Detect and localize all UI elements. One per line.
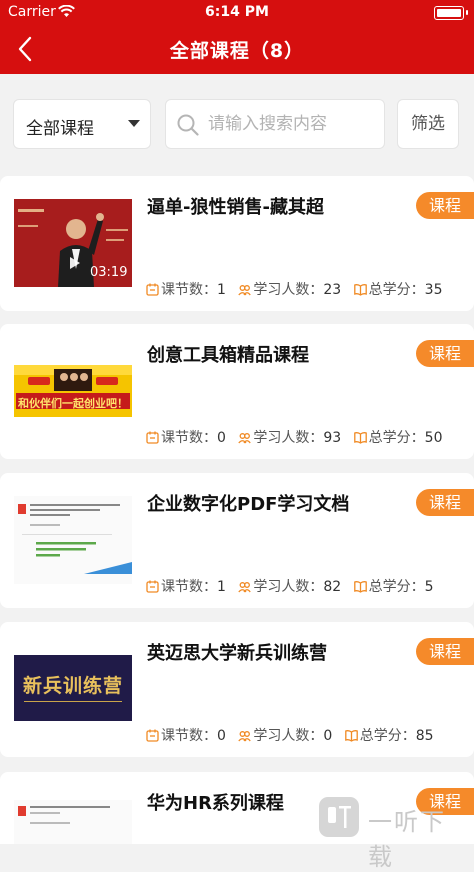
credit-count: 总学分：35	[353, 282, 443, 298]
course-thumbnail: 和伙伴们一起创业吧！	[14, 347, 132, 435]
learner-count-value: 23	[323, 282, 342, 298]
bootcamp-title: 新兵训练营	[22, 675, 123, 697]
lesson-count: 课节数：0	[146, 430, 230, 446]
credit-count-label: 总学分：	[359, 728, 416, 744]
course-stats: 课节数：0 学习人数：93 总学分：50	[146, 427, 450, 447]
calendar-icon	[146, 431, 159, 444]
course-title: 英迈思大学新兵训练营	[147, 643, 327, 664]
lesson-count-value: 1	[217, 282, 226, 298]
lesson-count: 课节数：1	[146, 282, 230, 298]
credit-count-label: 总学分：	[368, 579, 425, 595]
users-icon	[238, 433, 252, 444]
lesson-count-value: 0	[217, 430, 226, 446]
lesson-count-label: 课节数：	[161, 282, 217, 298]
video-duration: 03:19	[90, 265, 128, 280]
course-title: 华为HR系列课程	[147, 793, 284, 814]
pdf-document-preview	[14, 496, 132, 584]
search-box[interactable]	[165, 99, 385, 149]
page-title: 全部课程（8）	[169, 40, 305, 62]
course-stats: 课节数：0 学习人数：0 总学分：85	[146, 725, 442, 745]
learner-count-label: 学习人数：	[253, 282, 324, 298]
navigation-header: Carrier 6:14 PM 全部课程（8）	[0, 0, 474, 74]
course-card[interactable]: 新兵训练营 英迈思大学新兵训练营 课程 课节数：0 学习人数：0 总学分：85	[0, 622, 474, 757]
course-banner-art	[14, 365, 132, 417]
pdf-document-preview	[14, 800, 132, 844]
battery-icon	[434, 6, 464, 20]
calendar-icon	[146, 283, 159, 296]
category-select-value: 全部课程	[26, 119, 94, 139]
credit-count-label: 总学分：	[368, 430, 425, 446]
watermark-text: 一听下载	[368, 808, 446, 871]
book-icon	[353, 284, 367, 296]
watermark: 一听下载	[318, 796, 468, 871]
status-bar: Carrier 6:14 PM	[0, 4, 474, 22]
book-icon	[353, 581, 367, 593]
learner-count-label: 学习人数：	[253, 430, 324, 446]
filter-button[interactable]: 筛选	[397, 99, 459, 149]
users-icon	[238, 731, 252, 742]
search-icon	[177, 114, 199, 136]
course-thumbnail: 新兵训练营	[14, 655, 132, 721]
credit-count-value: 5	[424, 579, 434, 595]
course-type-badge: 课程	[416, 340, 474, 367]
course-type-badge: 课程	[416, 489, 474, 516]
learner-count: 学习人数：82	[238, 579, 345, 595]
users-icon	[238, 285, 252, 296]
learner-count-value: 82	[323, 579, 342, 595]
credit-count: 总学分：5	[353, 579, 434, 595]
learner-count-label: 学习人数：	[253, 728, 324, 744]
lesson-count: 课节数：0	[146, 728, 230, 744]
course-stats: 课节数：1 学习人数：23 总学分：35	[146, 279, 450, 299]
clock: 6:14 PM	[205, 4, 269, 20]
course-stats: 课节数：1 学习人数：82 总学分：5	[146, 576, 442, 596]
caret-down-icon	[128, 120, 140, 127]
lesson-count-label: 课节数：	[161, 579, 217, 595]
credit-count: 总学分：85	[344, 728, 434, 744]
calendar-icon	[146, 729, 159, 742]
banner-slogan: 和伙伴们一起创业吧！	[18, 397, 128, 410]
course-thumbnail: 03:19	[14, 199, 132, 287]
course-type-badge: 课程	[416, 192, 474, 219]
lesson-count-label: 课节数：	[161, 430, 217, 446]
course-card[interactable]: 和伙伴们一起创业吧！ 创意工具箱精品课程 课程 课节数：0 学习人数：93 总学…	[0, 324, 474, 459]
users-icon	[238, 582, 252, 593]
watermark-logo	[319, 797, 359, 837]
calendar-icon	[146, 580, 159, 593]
category-select[interactable]: 全部课程	[13, 99, 151, 149]
course-title: 创意工具箱精品课程	[147, 345, 309, 366]
course-thumbnail	[14, 800, 132, 844]
search-input[interactable]	[208, 112, 378, 136]
battery-tip	[466, 10, 468, 15]
course-type-badge: 课程	[416, 638, 474, 665]
credit-count-value: 85	[415, 728, 434, 744]
lesson-count: 课节数：1	[146, 579, 230, 595]
course-thumbnail	[14, 496, 132, 584]
learner-count-value: 93	[323, 430, 342, 446]
course-title: 逼单-狼性销售-藏其超	[147, 197, 324, 218]
credit-count: 总学分：50	[353, 430, 443, 446]
book-icon	[344, 730, 358, 742]
course-card[interactable]: 03:19 逼单-狼性销售-藏其超 课程 课节数：1 学习人数：23 总学分：3…	[0, 176, 474, 311]
learner-count: 学习人数：23	[238, 282, 345, 298]
credit-count-value: 35	[424, 282, 443, 298]
learner-count: 学习人数：0	[238, 728, 336, 744]
course-title: 企业数字化PDF学习文档	[147, 494, 350, 515]
lesson-count-value: 1	[217, 579, 226, 595]
learner-count-label: 学习人数：	[253, 579, 324, 595]
book-icon	[353, 432, 367, 444]
learner-count-value: 0	[323, 728, 333, 744]
course-card[interactable]: 企业数字化PDF学习文档 课程 课节数：1 学习人数：82 总学分：5	[0, 473, 474, 608]
lesson-count-label: 课节数：	[161, 728, 217, 744]
filter-toolbar: 全部课程 筛选	[0, 74, 474, 174]
lesson-count-value: 0	[217, 728, 226, 744]
learner-count: 学习人数：93	[238, 430, 345, 446]
credit-count-value: 50	[424, 430, 443, 446]
credit-count-label: 总学分：	[368, 282, 425, 298]
